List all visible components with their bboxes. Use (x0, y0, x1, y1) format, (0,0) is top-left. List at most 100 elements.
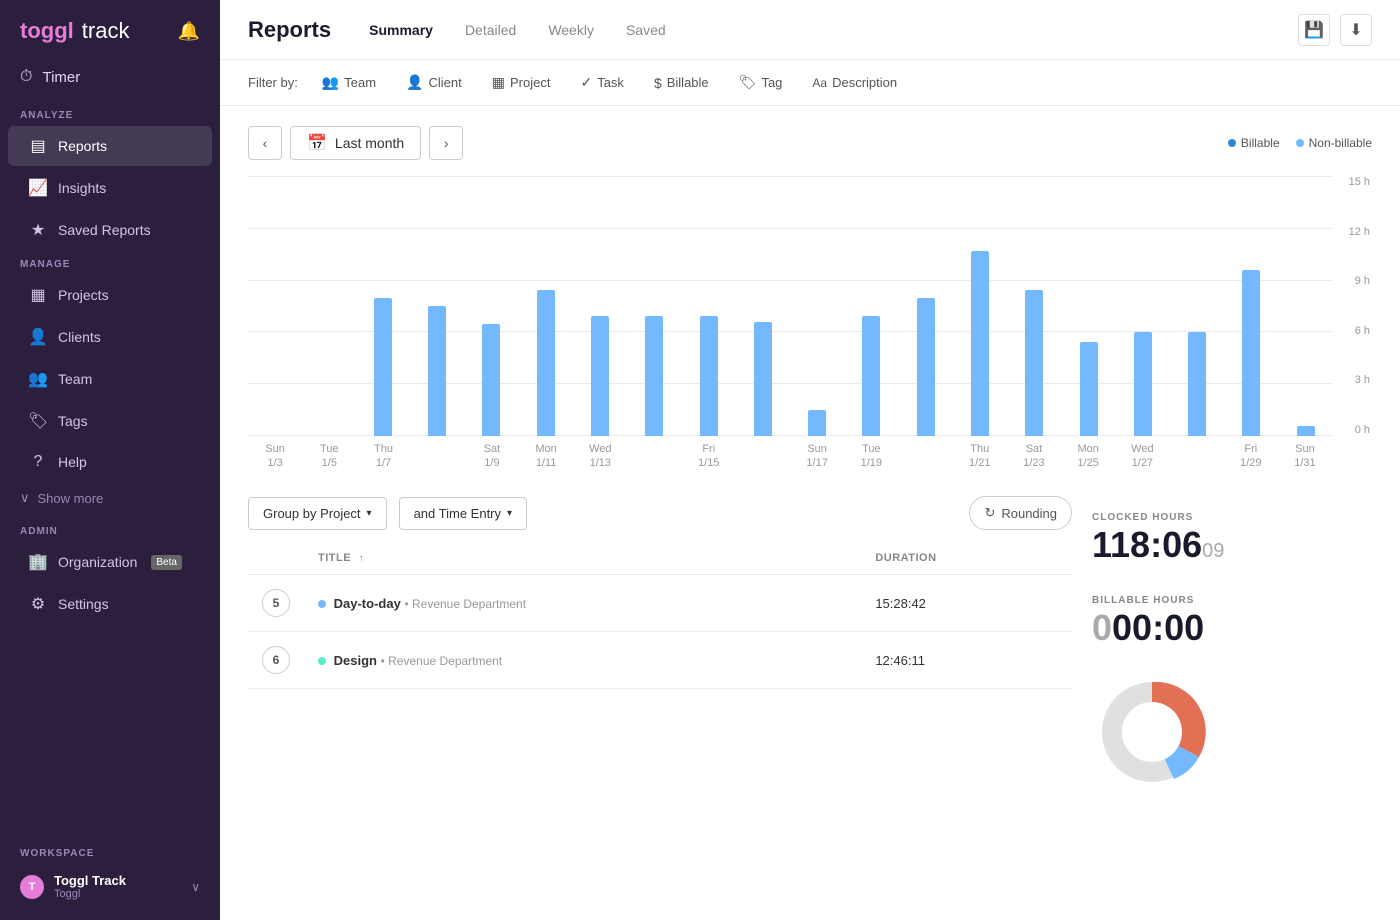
filter-project[interactable]: ▦ Project (486, 70, 557, 95)
x-label-group: Thu1/7 (356, 436, 410, 476)
bar-group[interactable] (1280, 426, 1332, 436)
group-by-button[interactable]: Group by Project ▾ (248, 497, 387, 530)
sidebar-projects-label: Projects (58, 287, 109, 303)
x-label-group: Mon1/25 (1061, 436, 1115, 476)
y-label-12: 12 h (1349, 226, 1370, 238)
bar-group[interactable] (791, 410, 843, 436)
y-label-0: 0 h (1349, 424, 1370, 436)
settings-icon: ⚙ (28, 594, 48, 614)
tab-detailed[interactable]: Detailed (451, 16, 530, 44)
tab-weekly[interactable]: Weekly (534, 16, 608, 44)
bar-group[interactable] (737, 322, 789, 436)
x-day-label: Thu (970, 442, 989, 456)
sidebar-item-help[interactable]: ? Help (8, 443, 212, 481)
sidebar-settings-label: Settings (58, 596, 109, 612)
bar-group[interactable] (900, 298, 952, 436)
filter-billable[interactable]: $ Billable (648, 71, 715, 95)
sidebar-timer-item[interactable]: ⏱ Timer (0, 58, 220, 102)
workspace-item[interactable]: T Toggl Track Toggl ∨ (0, 863, 220, 910)
sidebar-item-insights[interactable]: 📈 Insights (8, 168, 212, 208)
sidebar-item-settings[interactable]: ⚙ Settings (8, 584, 212, 624)
tab-saved[interactable]: Saved (612, 16, 680, 44)
bar[interactable] (754, 322, 772, 436)
bar[interactable] (808, 410, 826, 436)
next-period-button[interactable]: › (429, 126, 463, 160)
bar-group[interactable] (519, 290, 571, 436)
filter-by-label: Filter by: (248, 75, 298, 90)
sidebar-item-tags[interactable]: 🏷 Tags (8, 401, 212, 441)
bar[interactable] (971, 251, 989, 436)
sidebar-item-saved-reports[interactable]: ★ Saved Reports (8, 210, 212, 250)
bar[interactable] (700, 316, 718, 436)
stats-panel: CLOCKED HOURS 118:0609 BILLABLE HOURS 00… (1092, 496, 1372, 792)
bar[interactable] (1080, 342, 1098, 436)
filter-description-icon: Aa (812, 76, 827, 90)
x-date-label: 1/11 (536, 456, 557, 470)
download-button[interactable]: ⬇ (1340, 14, 1372, 46)
sidebar: toggl track 🔔 ⏱ Timer ANALYZE ▤ Reports … (0, 0, 220, 920)
table-section: Group by Project ▾ and Time Entry ▾ ↻ Ro… (248, 496, 1072, 792)
filter-tag[interactable]: 🏷 Tag (733, 70, 789, 95)
col-title[interactable]: TITLE ↑ (304, 542, 861, 575)
sidebar-organization-label: Organization (58, 554, 137, 570)
bar[interactable] (1188, 332, 1206, 436)
filter-task[interactable]: ✓ Task (574, 70, 629, 95)
bar[interactable] (1134, 332, 1152, 436)
save-report-button[interactable]: 💾 (1298, 14, 1330, 46)
tab-summary[interactable]: Summary (355, 16, 447, 44)
time-entry-button[interactable]: and Time Entry ▾ (399, 497, 527, 530)
x-label-group: Sat1/23 (1007, 436, 1061, 476)
bar-group[interactable] (1225, 270, 1277, 436)
bar-group[interactable] (1008, 290, 1060, 436)
bar-group[interactable] (357, 298, 409, 436)
filter-client[interactable]: 👤 Client (400, 70, 468, 95)
bar[interactable] (591, 316, 609, 436)
x-label-group: Sat1/9 (465, 436, 519, 476)
filter-description[interactable]: Aa Description (806, 71, 903, 94)
bar-group[interactable] (682, 316, 734, 436)
bar-group[interactable] (845, 316, 897, 436)
show-more-button[interactable]: ∨ Show more (0, 482, 220, 518)
bar-group[interactable] (1062, 342, 1114, 436)
bar[interactable] (917, 298, 935, 436)
notification-bell-icon[interactable]: 🔔 (178, 21, 200, 42)
chart-x-axis: Sun1/3Tue1/5Thu1/7Sat1/9Mon1/11Wed1/13Fr… (248, 436, 1332, 476)
bar[interactable] (1297, 426, 1315, 436)
page-title: Reports (248, 17, 331, 43)
bar[interactable] (537, 290, 555, 436)
bar[interactable] (482, 324, 500, 436)
row-badge: 6 (262, 646, 290, 674)
bar-group[interactable] (574, 316, 626, 436)
show-more-label: Show more (38, 491, 104, 506)
pie-svg (1092, 672, 1212, 792)
project-name: Design (334, 653, 377, 668)
bar[interactable] (862, 316, 880, 436)
pie-chart (1092, 672, 1212, 792)
prev-period-button[interactable]: ‹ (248, 126, 282, 160)
sidebar-item-clients[interactable]: 👤 Clients (8, 317, 212, 357)
bar[interactable] (1242, 270, 1260, 436)
date-range-button[interactable]: 📅 Last month (290, 126, 421, 160)
sidebar-bottom: WORKSPACE T Toggl Track Toggl ∨ (0, 832, 220, 920)
bar-group[interactable] (1171, 332, 1223, 436)
calendar-icon: 📅 (307, 133, 327, 153)
sidebar-item-team[interactable]: 👥 Team (8, 359, 212, 399)
bar-group[interactable] (628, 316, 680, 436)
bar[interactable] (374, 298, 392, 436)
table-row[interactable]: 5 Day-to-day • Revenue Department 15:28:… (248, 575, 1072, 632)
sidebar-item-reports[interactable]: ▤ Reports (8, 126, 212, 166)
bar[interactable] (645, 316, 663, 436)
bar-group[interactable] (465, 324, 517, 436)
sidebar-item-projects[interactable]: ▦ Projects (8, 275, 212, 315)
filter-team[interactable]: 👥 Team (316, 70, 382, 95)
bar-group[interactable] (954, 251, 1006, 436)
nonbillable-legend-label: Non-billable (1309, 136, 1372, 150)
bar[interactable] (1025, 290, 1043, 436)
rounding-button[interactable]: ↻ Rounding (969, 496, 1072, 530)
bar-group[interactable] (1117, 332, 1169, 436)
bar[interactable] (428, 306, 446, 436)
sidebar-item-organization[interactable]: 🏢 Organization Beta (8, 542, 212, 582)
table-row[interactable]: 6 Design • Revenue Department 12:46:11 (248, 632, 1072, 689)
bar-group[interactable] (411, 306, 463, 436)
col-expand (248, 542, 304, 575)
